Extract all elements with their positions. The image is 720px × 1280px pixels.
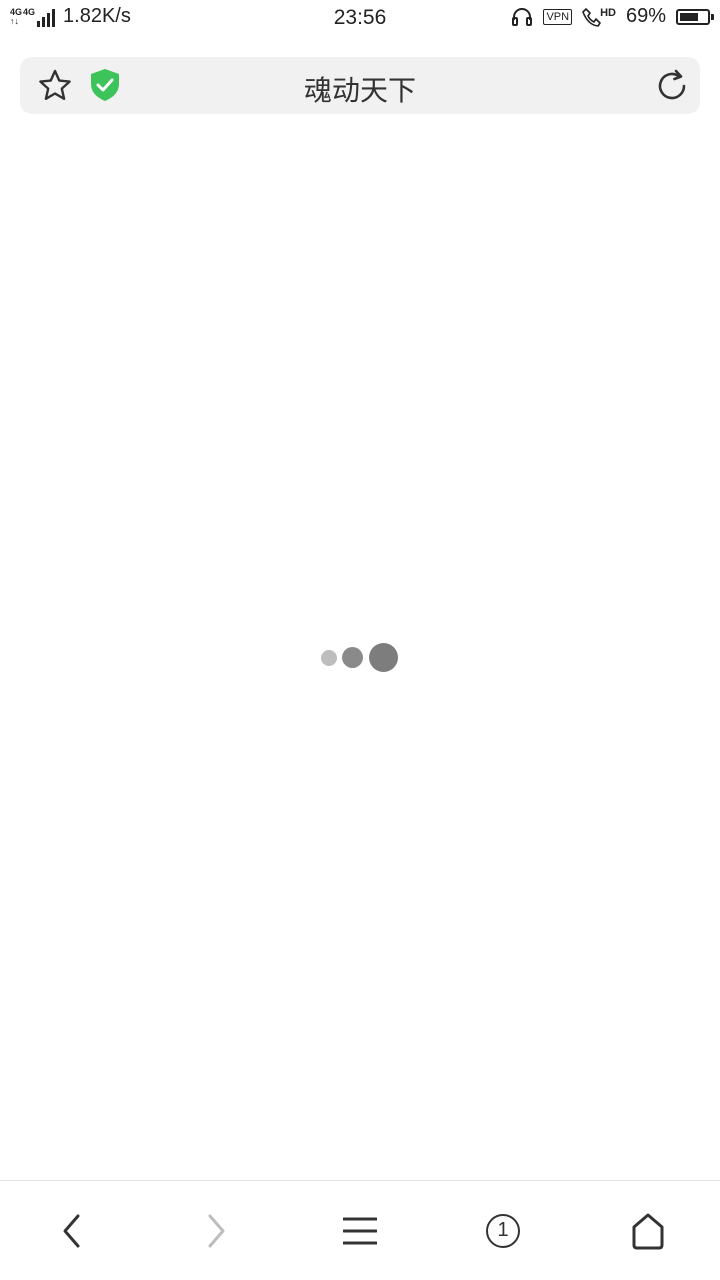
data-arrows-icon: ↑↓	[10, 15, 19, 26]
network-speed: 1.82K/s	[63, 5, 131, 27]
battery-icon	[676, 8, 714, 25]
home-button[interactable]	[608, 1181, 688, 1280]
chevron-right-icon	[208, 1214, 225, 1247]
tab-count: 1	[486, 1213, 520, 1248]
hamburger-menu-icon	[343, 1217, 377, 1244]
hd-label: HD	[600, 6, 616, 19]
network-type-label: 4G	[23, 6, 36, 17]
tabs-button[interactable]: 1	[463, 1181, 543, 1280]
page-title[interactable]: 魂动天下	[20, 69, 700, 109]
security-shield-icon[interactable]	[88, 67, 122, 103]
reload-icon[interactable]	[654, 68, 690, 104]
loading-dot	[321, 650, 337, 666]
status-left: 4G 4G ↑↓ 1.82K/s	[10, 5, 131, 28]
home-icon	[632, 1213, 664, 1249]
bottom-toolbar: 1	[0, 1180, 720, 1280]
address-bar[interactable]: 魂动天下	[20, 57, 700, 114]
loading-indicator	[320, 642, 400, 674]
bookmark-star-icon[interactable]	[37, 68, 73, 104]
battery-percent: 69%	[625, 5, 666, 27]
chevron-left-icon	[63, 1214, 80, 1247]
forward-button[interactable]	[176, 1181, 256, 1280]
battery-fill	[680, 12, 698, 21]
headset-icon	[512, 7, 533, 26]
status-bar: 4G 4G ↑↓ 1.82K/s 23:56 VPN HD 69%	[0, 0, 720, 38]
vpn-icon: VPN	[543, 8, 573, 25]
network-type-indicator: 4G 4G ↑↓	[10, 6, 36, 26]
hd-call-icon: HD	[582, 7, 616, 27]
menu-button[interactable]	[320, 1181, 400, 1280]
back-button[interactable]	[32, 1181, 112, 1280]
loading-dot	[342, 647, 363, 668]
signal-strength-icon	[37, 7, 56, 27]
loading-dot	[369, 643, 398, 672]
status-right: VPN HD 69%	[511, 5, 714, 28]
